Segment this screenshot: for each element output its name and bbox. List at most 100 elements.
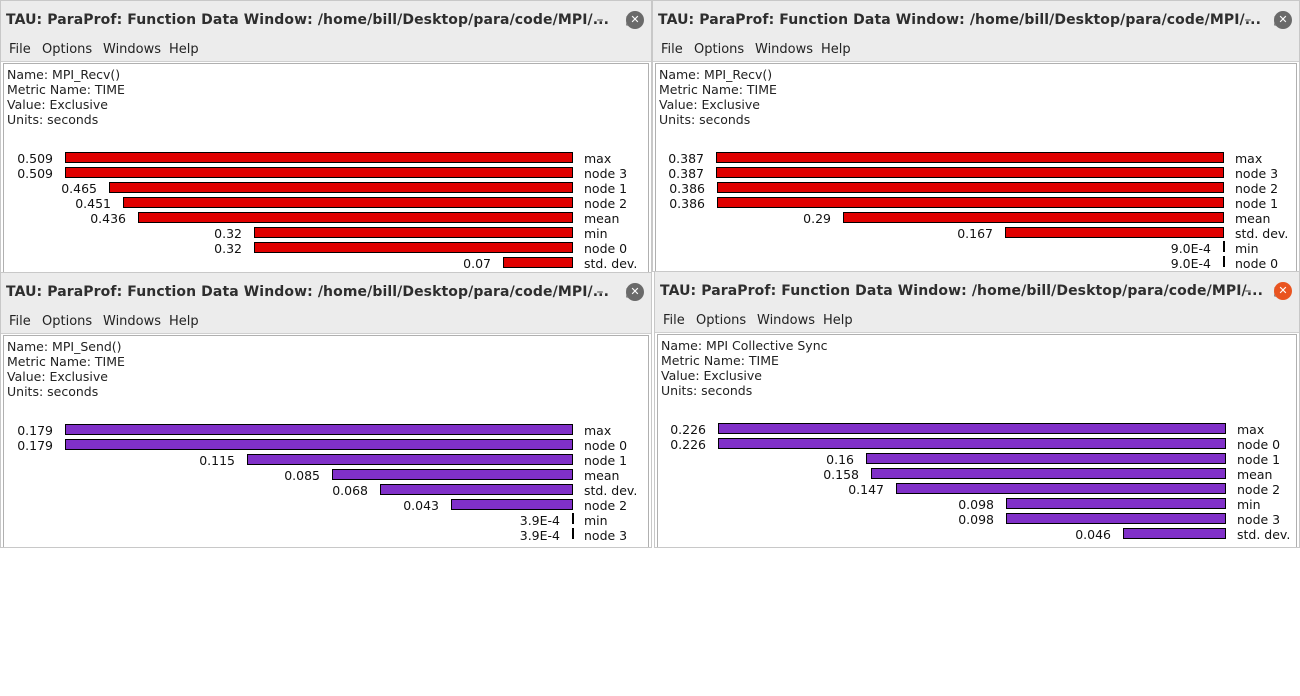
bar-row: 0.387 node 3 (656, 166, 1296, 181)
bar-std-dev- (1005, 227, 1224, 238)
bar-label: node 1 (1235, 196, 1279, 211)
minimize-button[interactable]: – (589, 9, 611, 31)
bar-label: max (584, 423, 612, 438)
bar-label: std. dev. (584, 256, 638, 271)
minimize-button[interactable]: – (1237, 9, 1259, 31)
menu-windows[interactable]: Windows (103, 42, 161, 57)
minimize-button[interactable]: – (1237, 280, 1259, 302)
bar-label: node 2 (1237, 482, 1281, 497)
bar-value: 0.068 (332, 483, 368, 498)
info-value: Value: Exclusive (661, 368, 762, 383)
window-title: TAU: ParaProf: Function Data Window: /ho… (660, 283, 1264, 299)
bar-node-1 (866, 453, 1226, 464)
bar-label: node 2 (584, 196, 628, 211)
bar-value: 3.9E-4 (519, 528, 560, 543)
bar-value: 0.226 (670, 422, 706, 437)
window-title: TAU: ParaProf: Function Data Window: /ho… (6, 12, 610, 28)
bar-value: 0.387 (668, 151, 704, 166)
bar-label: min (584, 513, 608, 528)
bar-value: 0.386 (669, 196, 705, 211)
chart-panel: Name: MPI_Recv() Metric Name: TIME Value: … (655, 63, 1297, 271)
menu-options[interactable]: Options (696, 313, 746, 328)
bar-std-dev- (1123, 528, 1226, 539)
bar-min (572, 513, 574, 524)
menu-bar: File Options Windows Help (653, 39, 1299, 62)
bar-label: max (584, 151, 612, 166)
bar-max (65, 152, 573, 163)
bar-value: 0.085 (284, 468, 320, 483)
bar-row: 0.098 min (658, 497, 1296, 512)
bar-label: mean (1235, 211, 1271, 226)
menu-windows[interactable]: Windows (103, 314, 161, 329)
title-bar[interactable]: TAU: ParaProf: Function Data Window: /ho… (653, 1, 1299, 40)
menu-file[interactable]: File (9, 42, 31, 57)
bar-label: min (584, 226, 608, 241)
bar-value: 0.179 (17, 438, 53, 453)
bar-label: mean (584, 468, 620, 483)
bar-label: node 1 (584, 453, 628, 468)
bar-min (254, 227, 573, 238)
bar-label: node 2 (1235, 181, 1279, 196)
bar-value: 9.0E-4 (1170, 241, 1211, 256)
bar-value: 0.436 (90, 211, 126, 226)
bar-value: 0.16 (826, 452, 854, 467)
function-info: Name: MPI Collective Sync Metric Name: TI… (661, 338, 828, 398)
bar-min (1006, 498, 1226, 509)
bar-node-3 (572, 528, 574, 539)
bar-row: 0.386 node 1 (656, 196, 1296, 211)
bar-value: 0.046 (1075, 527, 1111, 542)
bar-value: 0.465 (61, 181, 97, 196)
bar-label: std. dev. (1237, 527, 1291, 542)
menu-file[interactable]: File (9, 314, 31, 329)
window-title: TAU: ParaProf: Function Data Window: /ho… (658, 12, 1262, 28)
chart-panel: Name: MPI_Send() Metric Name: TIME Value: … (3, 335, 649, 547)
menu-options[interactable]: Options (42, 314, 92, 329)
menu-options[interactable]: Options (694, 42, 744, 57)
close-button[interactable]: ✕ (626, 11, 644, 29)
bar-value: 0.07 (463, 256, 491, 271)
menu-help[interactable]: Help (823, 313, 853, 328)
bar-row: 3.9E-4 min (4, 513, 648, 528)
menu-file[interactable]: File (663, 313, 685, 328)
bar-max (718, 423, 1226, 434)
menu-options[interactable]: Options (42, 42, 92, 57)
function-data-window[interactable]: TAU: ParaProf: Function Data Window: /ho… (0, 272, 652, 548)
function-data-window[interactable]: TAU: ParaProf: Function Data Window: /ho… (0, 0, 652, 278)
title-bar[interactable]: TAU: ParaProf: Function Data Window: /ho… (655, 272, 1299, 311)
close-button[interactable]: ✕ (1274, 11, 1292, 29)
bar-node-1 (247, 454, 573, 465)
close-button[interactable]: ✕ (1274, 282, 1292, 300)
bar-value: 0.226 (670, 437, 706, 452)
menu-help[interactable]: Help (169, 314, 199, 329)
bar-row: 0.509 max (4, 151, 648, 166)
bar-value: 0.32 (214, 241, 242, 256)
bar-node-0 (254, 242, 573, 253)
bar-row: 0.32 min (4, 226, 648, 241)
bar-row: 0.158 mean (658, 467, 1296, 482)
menu-help[interactable]: Help (821, 42, 851, 57)
title-bar[interactable]: TAU: ParaProf: Function Data Window: /ho… (1, 1, 651, 40)
function-data-window[interactable]: TAU: ParaProf: Function Data Window: /ho… (654, 271, 1300, 548)
bar-value: 0.098 (958, 497, 994, 512)
bar-label: node 3 (1237, 512, 1281, 527)
bar-node-2 (717, 182, 1224, 193)
bar-label: min (1237, 497, 1261, 512)
menu-help[interactable]: Help (169, 42, 199, 57)
bar-row: 0.16 node 1 (658, 452, 1296, 467)
bar-row: 0.226 node 0 (658, 437, 1296, 452)
function-data-window[interactable]: TAU: ParaProf: Function Data Window: /ho… (652, 0, 1300, 272)
bar-row: 0.179 max (4, 423, 648, 438)
menu-windows[interactable]: Windows (757, 313, 815, 328)
menu-bar: File Options Windows Help (1, 39, 651, 62)
bar-label: max (1235, 151, 1263, 166)
title-bar[interactable]: TAU: ParaProf: Function Data Window: /ho… (1, 273, 651, 312)
menu-file[interactable]: File (661, 42, 683, 57)
minimize-button[interactable]: – (589, 281, 611, 303)
menu-windows[interactable]: Windows (755, 42, 813, 57)
bar-row: 0.115 node 1 (4, 453, 648, 468)
close-button[interactable]: ✕ (626, 283, 644, 301)
bar-value: 0.043 (403, 498, 439, 513)
bar-node-3 (716, 167, 1224, 178)
bar-node-2 (123, 197, 573, 208)
bar-max (716, 152, 1224, 163)
